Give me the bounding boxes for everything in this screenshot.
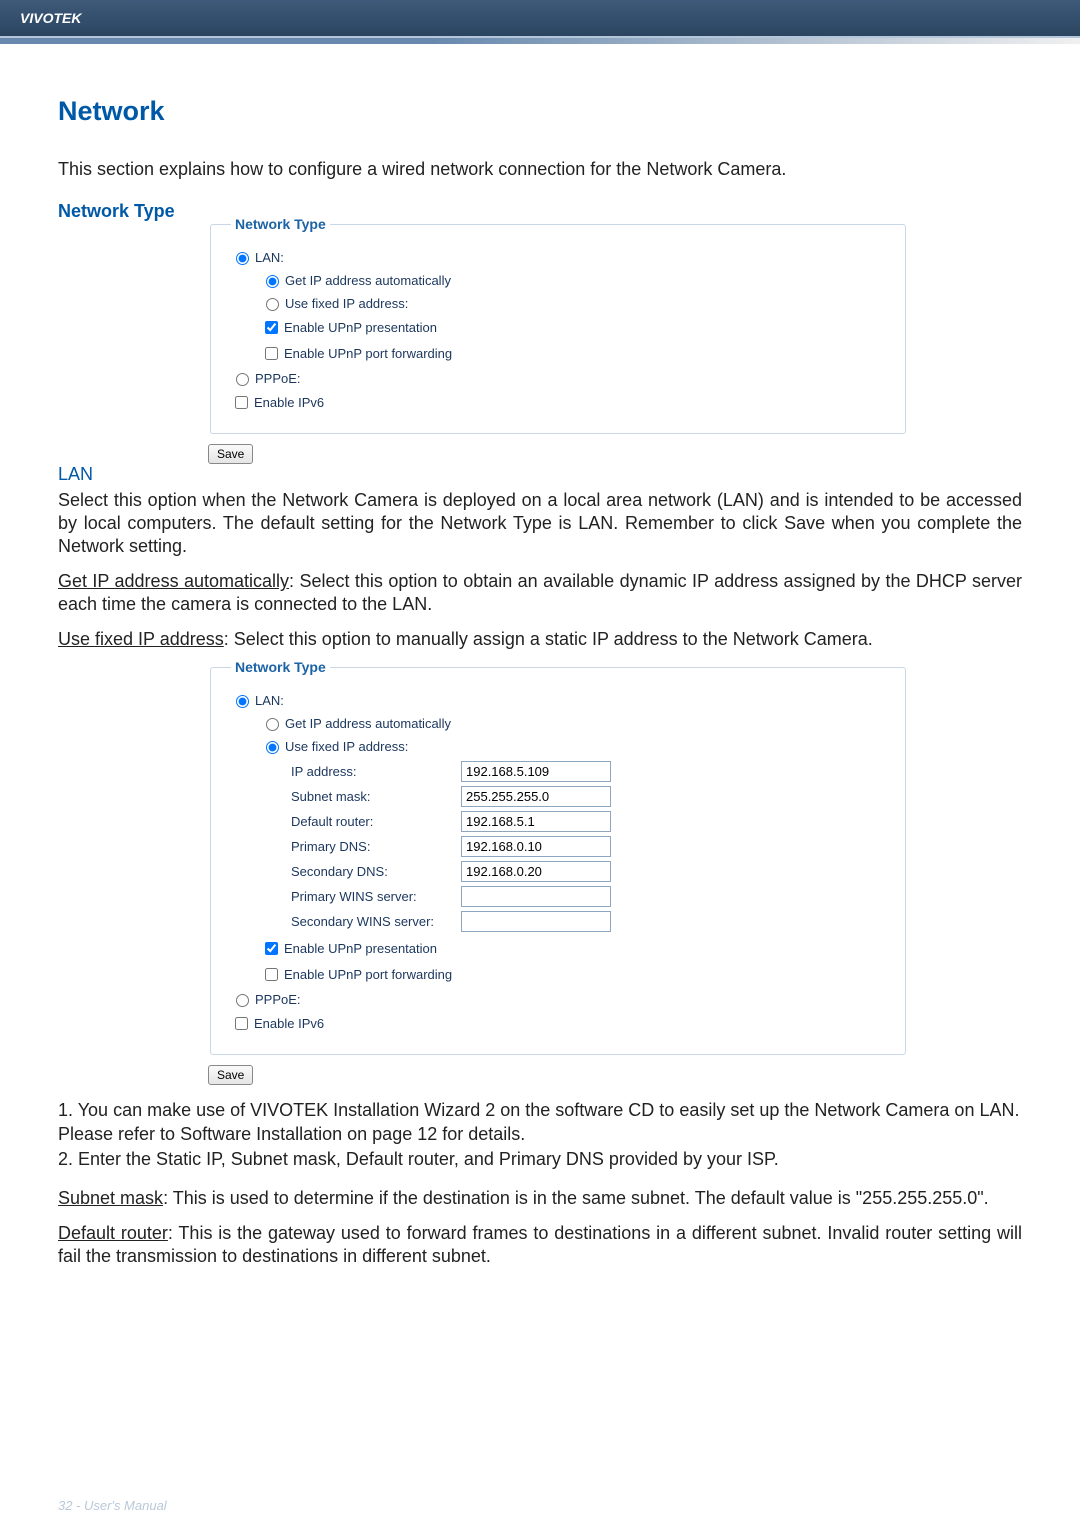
ipv6-checkbox-2[interactable] [235,1017,248,1030]
get-ip-auto-radio[interactable] [266,275,279,288]
save-button-1[interactable]: Save [208,444,253,464]
upnp-presentation-checkbox[interactable] [265,321,278,334]
lan-radio-2[interactable] [236,695,249,708]
lan-label-2: LAN: [255,693,284,708]
use-fixed-underline: Use fixed IP address [58,629,224,649]
subnet-paragraph: Subnet mask: This is used to determine i… [58,1187,1022,1210]
subnet-underline: Subnet mask [58,1188,163,1208]
brand: VIVOTEK [20,10,81,26]
get-ip-auto-radio-2[interactable] [266,718,279,731]
use-fixed-paragraph: Use fixed IP address: Select this option… [58,628,1022,651]
get-ip-underline: Get IP address automatically [58,571,289,591]
network-type-panel-1: Network Type LAN: Get IP address automat… [210,216,906,434]
router-paragraph: Default router: This is the gateway used… [58,1222,1022,1268]
note-1: 1. You can make use of VIVOTEK Installat… [58,1099,1022,1145]
use-fixed-label: Use fixed IP address: [285,296,408,311]
subnet-rest: : This is used to determine if the desti… [163,1188,989,1208]
ipv6-label-2: Enable IPv6 [254,1016,324,1031]
primary-wins-input[interactable] [461,886,611,907]
upnp-presentation-label-2: Enable UPnP presentation [284,941,437,956]
default-router-label: Default router: [291,814,461,829]
upnp-port-label-2: Enable UPnP port forwarding [284,967,452,982]
pppoe-label-2: PPPoE: [255,992,301,1007]
ipv6-checkbox[interactable] [235,396,248,409]
upnp-port-checkbox-2[interactable] [265,968,278,981]
upnp-presentation-label: Enable UPnP presentation [284,320,437,335]
save-button-2[interactable]: Save [208,1065,253,1085]
use-fixed-radio-2[interactable] [266,741,279,754]
use-fixed-radio[interactable] [266,298,279,311]
lan-label: LAN: [255,250,284,265]
primary-dns-input[interactable] [461,836,611,857]
upnp-port-checkbox[interactable] [265,347,278,360]
header-bar: VIVOTEK [0,0,1080,38]
lan-heading: LAN [58,464,1022,485]
pppoe-radio-2[interactable] [236,994,249,1007]
note-2: 2. Enter the Static IP, Subnet mask, Def… [58,1148,1022,1171]
use-fixed-label-2: Use fixed IP address: [285,739,408,754]
default-router-input[interactable] [461,811,611,832]
page-footer: 32 - User's Manual [58,1498,167,1513]
panel2-legend: Network Type [231,659,330,675]
ip-address-label: IP address: [291,764,461,779]
router-rest: : This is the gateway used to forward fr… [58,1223,1022,1266]
secondary-wins-input[interactable] [461,911,611,932]
primary-dns-label: Primary DNS: [291,839,461,854]
ipv6-label: Enable IPv6 [254,395,324,410]
panel1-legend: Network Type [231,216,330,232]
secondary-wins-label: Secondary WINS server: [291,914,461,929]
upnp-presentation-checkbox-2[interactable] [265,942,278,955]
upnp-port-label: Enable UPnP port forwarding [284,346,452,361]
ip-address-input[interactable] [461,761,611,782]
subnet-mask-input[interactable] [461,786,611,807]
lan-radio[interactable] [236,252,249,265]
primary-wins-label: Primary WINS server: [291,889,461,904]
router-underline: Default router [58,1223,168,1243]
get-ip-paragraph: Get IP address automatically: Select thi… [58,570,1022,616]
page-title: Network [58,96,1022,127]
intro-text: This section explains how to configure a… [58,157,1022,181]
get-ip-auto-label: Get IP address automatically [285,273,451,288]
secondary-dns-label: Secondary DNS: [291,864,461,879]
lan-paragraph-text: Select this option when the Network Came… [58,490,1022,556]
network-type-panel-2: Network Type LAN: Get IP address automat… [210,659,906,1055]
lan-paragraph: Select this option when the Network Came… [58,489,1022,558]
get-ip-auto-label-2: Get IP address automatically [285,716,451,731]
pppoe-label: PPPoE: [255,371,301,386]
pppoe-radio[interactable] [236,373,249,386]
secondary-dns-input[interactable] [461,861,611,882]
use-fixed-rest: : Select this option to manually assign … [224,629,873,649]
subnet-mask-label: Subnet mask: [291,789,461,804]
